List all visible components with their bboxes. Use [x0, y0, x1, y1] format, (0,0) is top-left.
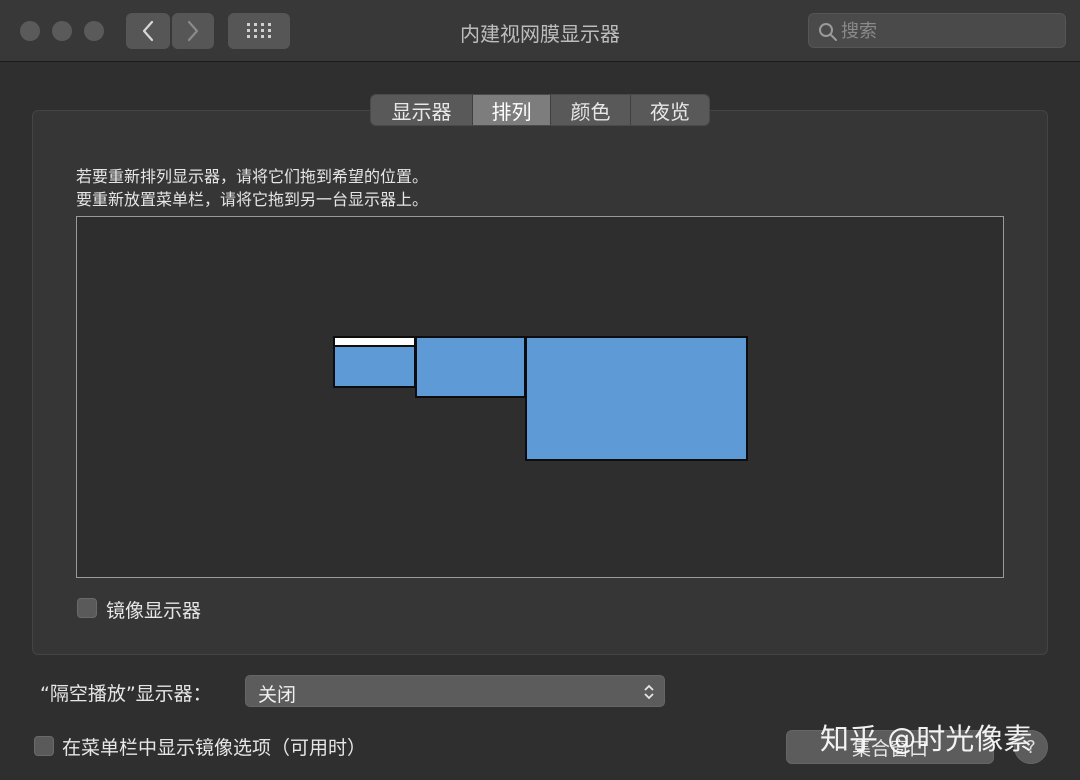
menubar-handle[interactable]	[335, 338, 414, 347]
display-main[interactable]	[333, 336, 416, 388]
display-arrangement-area	[76, 216, 1004, 578]
airplay-select[interactable]: 关闭	[245, 675, 665, 707]
search-input[interactable]	[841, 18, 1061, 44]
tab-night-shift[interactable]: 夜览	[631, 95, 709, 125]
display-secondary[interactable]	[415, 336, 526, 398]
display-external[interactable]	[525, 336, 748, 461]
mirror-displays-label: 镜像显示器	[106, 600, 202, 622]
arrange-instruction: 若要重新排列显示器，请将它们拖到希望的位置。	[76, 167, 429, 186]
airplay-label: “隔空播放”显示器：	[40, 683, 212, 705]
tab-arrangement[interactable]: 排列	[473, 95, 551, 125]
search-icon	[819, 23, 837, 41]
tab-color[interactable]: 颜色	[551, 95, 631, 125]
airplay-select-value: 关闭	[258, 684, 297, 706]
menubar-instruction: 要重新放置菜单栏，请将它拖到另一台显示器上。	[76, 190, 429, 209]
updown-chevron-icon	[644, 684, 654, 700]
tab-display[interactable]: 显示器	[371, 95, 473, 125]
window-titlebar: 内建视网膜显示器	[0, 0, 1080, 62]
mirror-displays-checkbox[interactable]	[77, 598, 97, 618]
show-mirroring-in-menubar-checkbox[interactable]	[34, 736, 54, 756]
watermark: 知乎 @时光像素	[820, 722, 1033, 756]
tab-bar: 显示器 排列 颜色 夜览	[370, 94, 710, 126]
search-field[interactable]	[808, 13, 1066, 48]
show-mirroring-in-menubar-label: 在菜单栏中显示镜像选项（可用时）	[62, 737, 367, 759]
